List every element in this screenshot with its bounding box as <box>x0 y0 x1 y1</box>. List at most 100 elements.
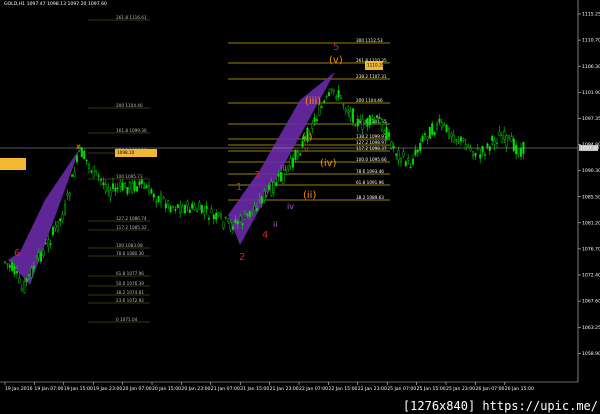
highlight-box-left <box>0 158 26 170</box>
candle-body <box>448 128 451 139</box>
candle-body <box>169 206 172 212</box>
fib-level-label: 138.2 1099.97 <box>356 134 387 139</box>
time-tick-label: 19 Jan 15:00 <box>64 386 93 392</box>
price-chart[interactable]: 261.8 1116.61200 1104.46161.8 1099.36138… <box>0 0 600 414</box>
candle-body <box>90 170 93 173</box>
candle-body <box>23 280 26 293</box>
candle-body <box>412 158 415 165</box>
candle-body <box>253 206 256 211</box>
candle-body <box>277 174 280 177</box>
candle-body <box>234 219 237 223</box>
candle-body <box>344 108 347 112</box>
candle-body <box>183 205 186 214</box>
wave-label-w1: 1 <box>236 182 242 193</box>
candle-body <box>376 115 379 119</box>
candle-body <box>265 191 268 196</box>
candle-body <box>383 130 386 134</box>
candle-body <box>87 164 90 169</box>
candle-body <box>517 149 520 154</box>
candle-body <box>316 119 319 121</box>
candle-body <box>510 136 513 142</box>
candle-body <box>325 96 328 98</box>
candle-body <box>215 212 218 220</box>
time-tick-label: 25 Jan 07:00 <box>387 386 416 392</box>
candle-body <box>462 138 465 141</box>
price-tick-label: 1085.50 <box>582 194 600 200</box>
candle-body <box>99 178 102 181</box>
candle-body <box>491 135 494 141</box>
candle-body <box>126 187 129 194</box>
candle-body <box>119 181 122 187</box>
wave-label-sub_iv: (iv) <box>320 158 337 169</box>
candle-body <box>52 227 55 235</box>
candle-body <box>56 220 59 231</box>
candle-body <box>433 131 436 136</box>
candle-body <box>397 150 400 160</box>
candle-body <box>349 110 352 118</box>
wave-label-sub_iii: (iii) <box>305 96 321 107</box>
candle-body <box>186 201 189 207</box>
watermark: [1276x840] https://upic.me/ <box>402 399 598 413</box>
candle-body <box>152 193 155 198</box>
price-tick-label: 1063.25 <box>582 325 600 331</box>
current-price-label: 1097.60 <box>580 146 599 152</box>
candle-body <box>380 119 383 131</box>
candle-body <box>30 268 33 278</box>
candle-body <box>123 183 126 189</box>
candle-body <box>299 153 302 156</box>
time-tick-label: 25 Jan 15:00 <box>417 386 446 392</box>
candle-body <box>337 90 340 98</box>
candle-body <box>159 193 162 203</box>
candle-body <box>320 106 323 108</box>
candle-body <box>195 210 198 212</box>
candle-body <box>80 147 83 158</box>
candle-body <box>11 262 14 271</box>
candle-body <box>150 189 153 194</box>
candle-body <box>37 252 40 258</box>
window-title: GOLD,H1 1097.47 1098.13 1097.20 1097.60 <box>4 2 107 7</box>
candle-body <box>496 142 499 144</box>
candle-body <box>162 197 165 199</box>
candle-body <box>131 183 134 193</box>
candle-body <box>289 158 292 167</box>
candle-body <box>28 274 31 276</box>
fib-level-label: 261.8 1116.61 <box>116 15 147 20</box>
fib-level-label: 100.0 1095.66 <box>356 157 387 162</box>
candle-body <box>294 149 297 160</box>
candle-body <box>66 193 69 196</box>
time-tick-label: 26 Jan 07:00 <box>475 386 504 392</box>
candle-body <box>404 161 407 167</box>
candle-body <box>157 195 160 202</box>
price-tick-label: 1097.35 <box>582 116 600 122</box>
fib-level-label: 117.2 1085.32 <box>116 225 147 230</box>
candle-body <box>452 134 455 143</box>
candle-body <box>481 146 484 152</box>
candle-body <box>25 278 28 283</box>
time-tick-label: 26 Jan 15:00 <box>505 386 534 392</box>
candle-body <box>174 209 177 211</box>
candle-body <box>268 185 271 190</box>
candle-body <box>155 201 158 203</box>
price-tick-label: 1081.20 <box>582 220 600 226</box>
candle-body <box>275 182 278 186</box>
fib-level-label: 200 1104.46 <box>356 98 383 103</box>
candle-body <box>121 182 124 191</box>
candle-body <box>246 213 249 216</box>
fib-level-label: 38.2 1074.81 <box>116 290 144 295</box>
fib-level-label: 117.2 1098.37 <box>356 146 387 151</box>
candle-body <box>181 206 184 213</box>
candle-body <box>97 175 100 177</box>
candle-body <box>450 133 453 137</box>
candle-body <box>431 123 434 135</box>
candle-body <box>3 261 6 264</box>
candle-body <box>311 123 314 129</box>
candle-body <box>83 151 86 159</box>
candle-body <box>426 136 429 140</box>
candle-body <box>63 204 66 215</box>
price-tick-label: 1106.30 <box>582 64 600 70</box>
wave-label-min_v: v <box>304 145 309 154</box>
candle-body <box>407 157 410 161</box>
candle-body <box>251 209 254 212</box>
candle-body <box>392 146 395 148</box>
candle-body <box>20 288 23 291</box>
